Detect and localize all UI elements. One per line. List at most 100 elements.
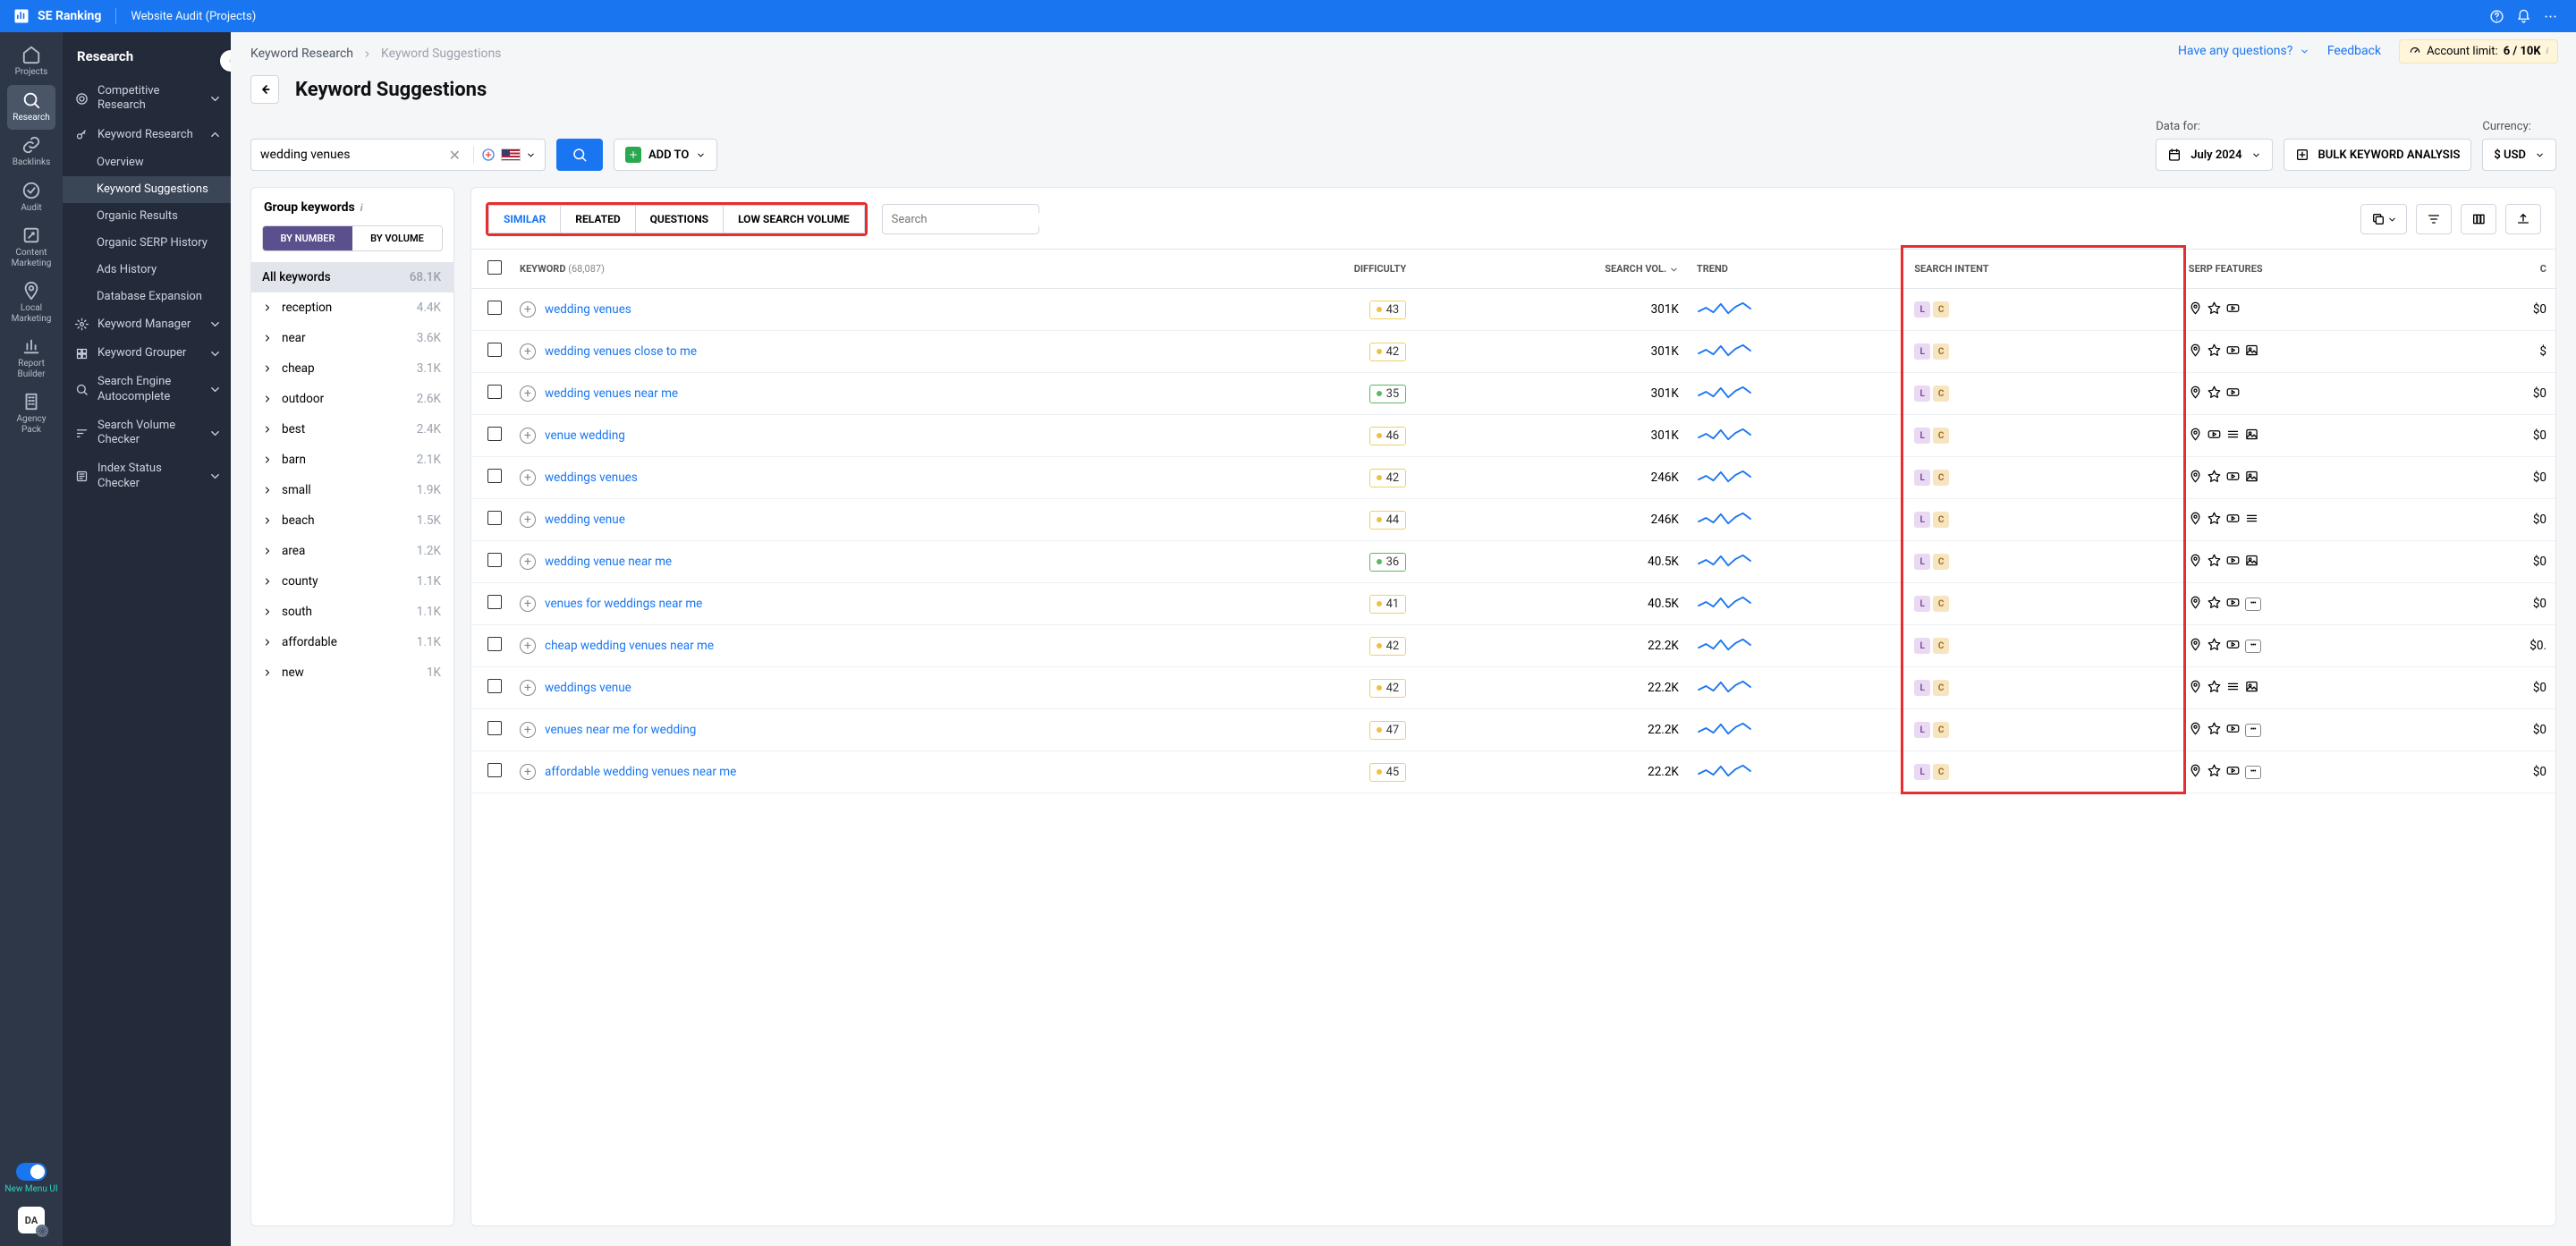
columns-button[interactable] xyxy=(2461,204,2496,234)
expand-icon[interactable]: + xyxy=(520,512,536,528)
brand-logo[interactable]: SE Ranking xyxy=(13,7,101,25)
type-tab-low-search-volume[interactable]: LOW SEARCH VOLUME xyxy=(724,206,864,233)
row-checkbox[interactable] xyxy=(487,343,502,357)
addto-button[interactable]: ADD TO xyxy=(614,139,717,171)
keyword-link[interactable]: venue wedding xyxy=(545,428,625,443)
expand-icon[interactable]: + xyxy=(520,596,536,612)
questions-link[interactable]: Have any questions? xyxy=(2178,44,2309,58)
expand-icon[interactable]: + xyxy=(520,386,536,402)
keyword-link[interactable]: wedding venues close to me xyxy=(545,344,697,359)
row-checkbox[interactable] xyxy=(487,595,502,609)
copy-button[interactable] xyxy=(2360,204,2407,234)
group-row[interactable]: outdoor2.6K xyxy=(251,384,453,414)
more-icon[interactable] xyxy=(2537,3,2563,30)
group-row[interactable]: barn2.1K xyxy=(251,445,453,475)
group-row[interactable]: beach1.5K xyxy=(251,505,453,536)
col-search-vol[interactable]: SEARCH VOL. xyxy=(1415,250,1688,289)
topbar-subtitle[interactable]: Website Audit (Projects) xyxy=(131,10,256,23)
col-search-intent[interactable]: SEARCH INTENT xyxy=(1905,250,2180,289)
sidenav-keyword-grouper[interactable]: Keyword Grouper xyxy=(63,339,231,368)
account-limit-badge[interactable]: Account limit: 6 / 10K i xyxy=(2399,39,2558,64)
keyword-link[interactable]: venues near me for wedding xyxy=(545,723,696,737)
keyword-link[interactable]: wedding venue xyxy=(545,513,625,527)
keyword-link[interactable]: weddings venue xyxy=(545,681,631,695)
group-row[interactable]: south1.1K xyxy=(251,597,453,627)
user-avatar[interactable]: DA xyxy=(18,1207,45,1233)
row-checkbox[interactable] xyxy=(487,553,502,567)
group-tab-by-number[interactable]: BY NUMBER xyxy=(263,226,352,250)
currency-select[interactable]: $ USD xyxy=(2482,139,2556,171)
table-search-input[interactable] xyxy=(892,213,1040,226)
sidenav-keyword-manager[interactable]: Keyword Manager xyxy=(63,310,231,339)
sidenav-sub-organic-results[interactable]: Organic Results xyxy=(63,203,231,230)
keyword-search-box[interactable]: ✕ xyxy=(250,139,546,171)
help-icon[interactable] xyxy=(2483,3,2510,30)
sidenav-sub-database-expansion[interactable]: Database Expansion xyxy=(63,284,231,310)
expand-icon[interactable]: + xyxy=(520,764,536,780)
row-checkbox[interactable] xyxy=(487,721,502,735)
rail-report-builder[interactable]: Report Builder xyxy=(7,331,55,386)
sidenav-sub-organic-serp-history[interactable]: Organic SERP History xyxy=(63,230,231,257)
row-checkbox[interactable] xyxy=(487,385,502,399)
rail-content-marketing[interactable]: Content Marketing xyxy=(7,220,55,275)
search-button[interactable] xyxy=(556,139,603,171)
group-row[interactable]: reception4.4K xyxy=(251,292,453,323)
keyword-link[interactable]: weddings venues xyxy=(545,470,638,485)
sidenav-sub-ads-history[interactable]: Ads History xyxy=(63,257,231,284)
table-search[interactable] xyxy=(882,204,1039,234)
rail-backlinks[interactable]: Backlinks xyxy=(7,130,55,175)
export-button[interactable] xyxy=(2505,204,2541,234)
group-row[interactable]: new1K xyxy=(251,657,453,688)
bulk-analysis-button[interactable]: BULK KEYWORD ANALYSIS xyxy=(2284,139,2472,171)
expand-icon[interactable]: + xyxy=(520,638,536,654)
rail-research[interactable]: Research xyxy=(7,85,55,131)
group-tab-by-volume[interactable]: BY VOLUME xyxy=(352,226,442,250)
col-cpc[interactable]: C xyxy=(2453,250,2555,289)
rail-audit[interactable]: Audit xyxy=(7,175,55,221)
keyword-link[interactable]: affordable wedding venues near me xyxy=(545,765,736,779)
keyword-link[interactable]: wedding venues near me xyxy=(545,386,678,401)
type-tab-similar[interactable]: SIMILAR xyxy=(489,206,561,233)
sidenav-sub-overview[interactable]: Overview xyxy=(63,149,231,176)
row-checkbox[interactable] xyxy=(487,427,502,441)
col-trend[interactable]: TREND xyxy=(1688,250,1905,289)
sidenav-search-engine-autocomplete[interactable]: Search Engine Autocomplete xyxy=(63,368,231,411)
col-keyword[interactable]: KEYWORD (68,087) xyxy=(511,250,1207,289)
sidenav-competitive-research[interactable]: Competitive Research xyxy=(63,77,231,121)
keyword-link[interactable]: venues for weddings near me xyxy=(545,597,702,611)
keyword-link[interactable]: cheap wedding venues near me xyxy=(545,639,714,653)
row-checkbox[interactable] xyxy=(487,301,502,315)
row-checkbox[interactable] xyxy=(487,637,502,651)
bell-icon[interactable] xyxy=(2510,3,2537,30)
type-tab-questions[interactable]: QUESTIONS xyxy=(636,206,724,233)
data-for-select[interactable]: July 2024 xyxy=(2156,139,2272,171)
group-row[interactable]: county1.1K xyxy=(251,566,453,597)
expand-icon[interactable]: + xyxy=(520,554,536,570)
col-difficulty[interactable]: DIFFICULTY xyxy=(1207,250,1415,289)
clear-icon[interactable]: ✕ xyxy=(444,147,466,164)
expand-icon[interactable]: + xyxy=(520,301,536,318)
select-all-checkbox[interactable] xyxy=(487,260,502,275)
expand-icon[interactable]: + xyxy=(520,680,536,696)
rail-local-marketing[interactable]: Local Marketing xyxy=(7,275,55,331)
group-row[interactable]: area1.2K xyxy=(251,536,453,566)
group-row[interactable]: cheap3.1K xyxy=(251,353,453,384)
sidenav-search-volume-checker[interactable]: Search Volume Checker xyxy=(63,411,231,455)
expand-icon[interactable]: + xyxy=(520,428,536,444)
keyword-link[interactable]: wedding venues xyxy=(545,302,631,317)
group-row[interactable]: affordable1.1K xyxy=(251,627,453,657)
rail-agency-pack[interactable]: Agency Pack xyxy=(7,386,55,442)
search-engine-selector[interactable] xyxy=(481,148,536,162)
group-row[interactable]: small1.9K xyxy=(251,475,453,505)
row-checkbox[interactable] xyxy=(487,679,502,693)
group-row[interactable]: near3.6K xyxy=(251,323,453,353)
row-checkbox[interactable] xyxy=(487,469,502,483)
type-tab-related[interactable]: RELATED xyxy=(561,206,635,233)
sidenav-keyword-research[interactable]: Keyword Research xyxy=(63,121,231,149)
breadcrumb-parent[interactable]: Keyword Research xyxy=(250,47,353,61)
back-button[interactable] xyxy=(250,75,279,104)
rail-projects[interactable]: Projects xyxy=(7,39,55,85)
expand-icon[interactable]: + xyxy=(520,343,536,360)
filter-button[interactable] xyxy=(2416,204,2452,234)
row-checkbox[interactable] xyxy=(487,763,502,777)
